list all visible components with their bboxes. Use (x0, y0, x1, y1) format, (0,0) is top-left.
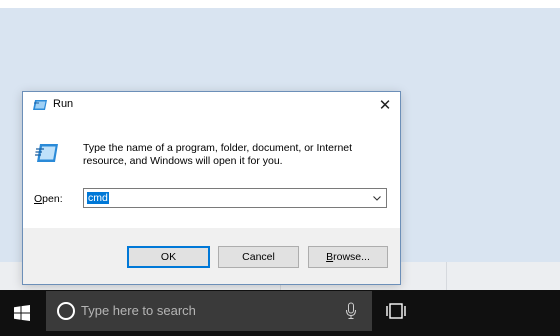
taskbar-search-box[interactable]: Type here to search (46, 291, 372, 331)
open-label: Open: (34, 193, 63, 205)
desktop-top-strip (0, 0, 560, 8)
task-view-icon[interactable] (384, 301, 408, 321)
ok-button[interactable]: OK (127, 246, 210, 268)
browse-button[interactable]: Browse... (308, 246, 388, 268)
open-combobox[interactable]: cmd (83, 188, 387, 208)
run-dialog: Run ✕ Type the name of a program, folder… (22, 91, 401, 285)
close-icon: ✕ (378, 97, 392, 114)
cancel-button[interactable]: Cancel (218, 246, 299, 268)
open-label-accesskey: O (34, 193, 43, 205)
chevron-down-icon[interactable] (372, 192, 382, 204)
run-app-icon (33, 100, 47, 110)
run-dialog-titlebar[interactable]: Run ✕ (23, 92, 400, 118)
browse-accesskey: B (326, 251, 334, 263)
browse-label: rowse... (333, 251, 370, 263)
start-button[interactable] (0, 290, 44, 336)
run-app-icon (35, 144, 58, 162)
run-dialog-description: Type the name of a program, folder, docu… (83, 142, 353, 167)
windows-logo-icon (14, 305, 30, 321)
taskbar: Type here to search (0, 290, 560, 336)
close-button[interactable]: ✕ (370, 92, 400, 118)
cortana-icon (57, 302, 75, 320)
open-label-text: pen: (42, 193, 63, 205)
search-placeholder: Type here to search (81, 303, 196, 318)
microphone-icon[interactable] (345, 302, 357, 320)
run-dialog-title: Run (53, 98, 74, 110)
background-divider (446, 262, 447, 290)
open-input-value[interactable]: cmd (87, 192, 109, 204)
